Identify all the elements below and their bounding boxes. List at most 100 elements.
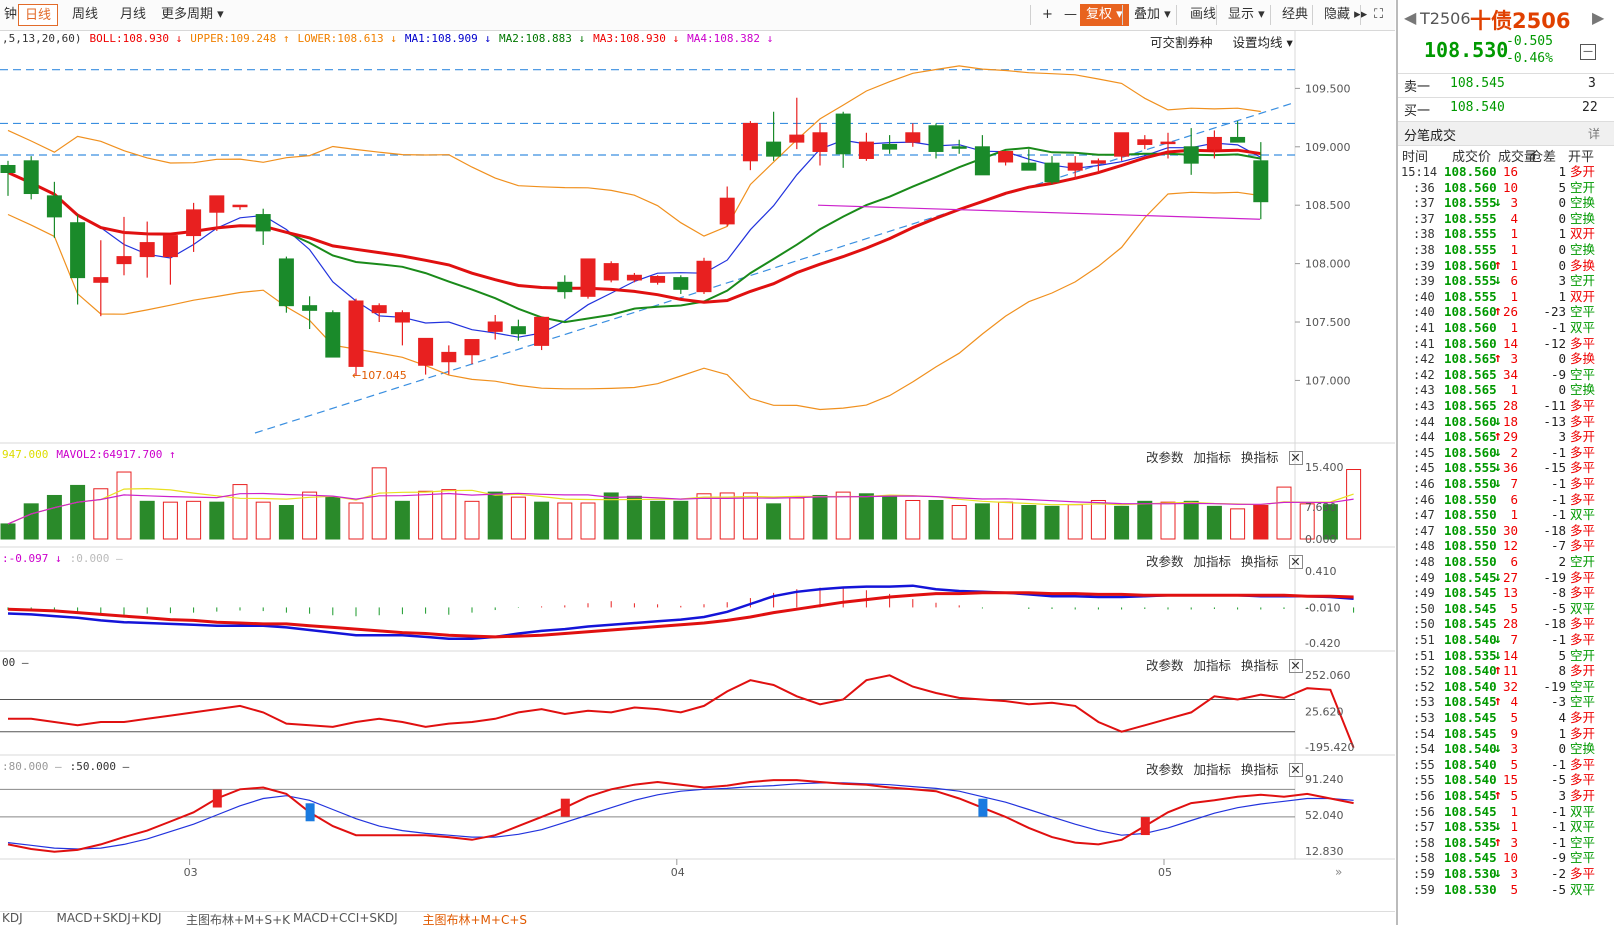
trade-type: 多平 xyxy=(1570,444,1596,460)
toolbar-button-5[interactable]: 显示 ▾ xyxy=(1222,4,1271,26)
trade-price: 108.545 xyxy=(1444,616,1497,632)
volume-bar xyxy=(116,471,132,540)
toolbar-button-7[interactable]: 隐藏 ▸▸ xyxy=(1318,4,1373,26)
volume-bar xyxy=(487,491,503,540)
trades-list: 15:14 108.560 16 1 多开:36 108.560 10 5 空开:37 108.5… xyxy=(1398,164,1614,924)
period-tab-1[interactable]: 日线 xyxy=(18,4,59,26)
trade-type: 多开 xyxy=(1570,663,1596,679)
trade-type: 空平 xyxy=(1570,694,1596,710)
toolbar-button-8[interactable]: ⛶ xyxy=(1368,4,1389,26)
trade-volume: 13 xyxy=(1502,585,1518,601)
trade-type: 双开 xyxy=(1570,288,1596,304)
volume-bar xyxy=(186,500,202,540)
trade-row: :37 108.555 4 0 空换 xyxy=(1398,211,1610,227)
trade-row: :53 108.545 5 4 多开 xyxy=(1398,710,1610,726)
trades-detail-button[interactable]: 详 xyxy=(1588,125,1600,142)
trade-price: 108.560 xyxy=(1444,304,1497,320)
trade-row: :59 108.530 5 -5 双平 xyxy=(1398,882,1610,898)
candle-body xyxy=(1160,141,1176,145)
trade-volume: 3 xyxy=(1510,834,1518,850)
candle-body xyxy=(858,141,874,159)
trade-row: :39 108.555 ↓ 6 3 空开 xyxy=(1398,273,1610,289)
volume-bar xyxy=(1183,500,1199,540)
trade-row: :53 108.545 ↑ 4 -3 空平 xyxy=(1398,694,1610,710)
toolbar-separator xyxy=(1270,5,1271,25)
volume-bar xyxy=(255,501,271,540)
trade-position-change: 0 xyxy=(1558,257,1566,273)
template-tab-3[interactable]: MACD+CCI+SKDJ xyxy=(293,911,398,925)
candle-body xyxy=(93,277,109,283)
trade-type: 多开 xyxy=(1570,725,1596,741)
trade-price: 108.555 xyxy=(1444,460,1497,476)
candle-body xyxy=(1206,136,1222,150)
toolbar-button-3[interactable]: 叠加 ▾ xyxy=(1128,4,1177,26)
trade-type: 多开 xyxy=(1570,710,1596,725)
volume-bar xyxy=(139,500,155,540)
trade-position-change: -5 xyxy=(1550,600,1566,616)
trade-price: 108.545 xyxy=(1444,834,1497,850)
chart-svg[interactable]: 109.500 109.000 108.500 108.000 107.500 107.0… xyxy=(0,31,1395,911)
period-tab-4[interactable]: 更多周期 ▾ xyxy=(155,4,230,26)
volume-bar xyxy=(510,496,526,540)
trade-position-change: 0 xyxy=(1558,210,1566,226)
volume-bar xyxy=(719,492,735,540)
trade-position-change: -1 xyxy=(1550,819,1566,835)
trade-price: 108.565 xyxy=(1444,351,1497,367)
trade-volume: 2 xyxy=(1510,444,1518,460)
trade-volume: 14 xyxy=(1502,647,1518,663)
volume-bar xyxy=(70,484,86,540)
template-tab-1[interactable]: MACD+SKDJ+KDJ xyxy=(57,911,162,925)
volume-bar xyxy=(441,489,457,540)
template-tab-2[interactable]: 主图布林+M+S+K xyxy=(186,911,290,928)
trade-position-change: 0 xyxy=(1558,382,1566,398)
trade-type: 多换 xyxy=(1570,351,1596,367)
template-tab-4[interactable]: 主图布林+M+C+S xyxy=(423,911,528,928)
trade-time: :40 xyxy=(1413,289,1435,304)
volume-tick-label: 0.000 xyxy=(1305,533,1337,546)
price-change-pct: -0.46% xyxy=(1506,51,1553,66)
trade-time: :53 xyxy=(1413,711,1435,725)
trade-position-change: -1 xyxy=(1550,320,1566,335)
next-contract-icon[interactable]: ▶ xyxy=(1592,8,1604,27)
collapse-button[interactable]: — xyxy=(1580,44,1596,60)
volume-bar xyxy=(626,495,642,540)
trade-row: :41 108.560 1 -1 双平 xyxy=(1398,320,1610,336)
toolbar-button-6[interactable]: 经典 xyxy=(1276,4,1314,26)
trade-position-change: -1 xyxy=(1550,476,1566,491)
candle-body xyxy=(70,222,86,279)
price-tick-label: 107.500 xyxy=(1305,316,1351,329)
volume-bar xyxy=(394,500,410,540)
trade-type: 多开 xyxy=(1570,429,1596,445)
trade-type: 多平 xyxy=(1570,772,1596,788)
trade-position-change: -1 xyxy=(1550,756,1566,772)
period-tab-2[interactable]: 周线 xyxy=(66,4,104,26)
trade-volume: 32 xyxy=(1502,678,1518,694)
volume-bar xyxy=(673,500,689,540)
trade-position-change: 5 xyxy=(1558,647,1566,663)
trade-time: :55 xyxy=(1413,757,1435,772)
trade-direction-icon: ↑ xyxy=(1494,663,1502,679)
trade-time: :39 xyxy=(1413,274,1435,289)
scroll-right-icon: » xyxy=(1335,865,1342,879)
candle-body xyxy=(673,277,689,290)
trade-row: :51 108.540 ↓ 7 -1 多平 xyxy=(1398,632,1610,648)
volume-tick-label: 15.400 xyxy=(1305,461,1344,474)
template-tab-0[interactable]: KDJ xyxy=(2,911,23,925)
prev-contract-icon[interactable]: ◀ xyxy=(1404,8,1416,27)
trade-volume: 6 xyxy=(1510,491,1518,507)
kdj-tick-label: 12.830 xyxy=(1305,845,1344,858)
trade-price: 108.565 xyxy=(1444,398,1497,413)
trade-time: :59 xyxy=(1413,882,1435,897)
volume-bar xyxy=(835,491,851,540)
volume-bar xyxy=(696,493,712,540)
trade-row: :54 108.545 9 1 多开 xyxy=(1398,726,1610,742)
trade-volume: 29 xyxy=(1502,429,1518,445)
trade-position-change: -3 xyxy=(1550,694,1566,710)
trade-row: :46 108.550 ↓ 7 -1 多平 xyxy=(1398,476,1610,492)
toolbar-button-0[interactable]: + xyxy=(1036,4,1059,26)
trade-volume: 3 xyxy=(1510,866,1518,881)
trade-position-change: -12 xyxy=(1543,335,1566,351)
kline-chart-area[interactable]: 109.500 109.000 108.500 108.000 107.500 107.0… xyxy=(0,31,1395,911)
trade-direction-icon: ↓ xyxy=(1494,741,1502,757)
period-tab-3[interactable]: 月线 xyxy=(114,4,152,26)
